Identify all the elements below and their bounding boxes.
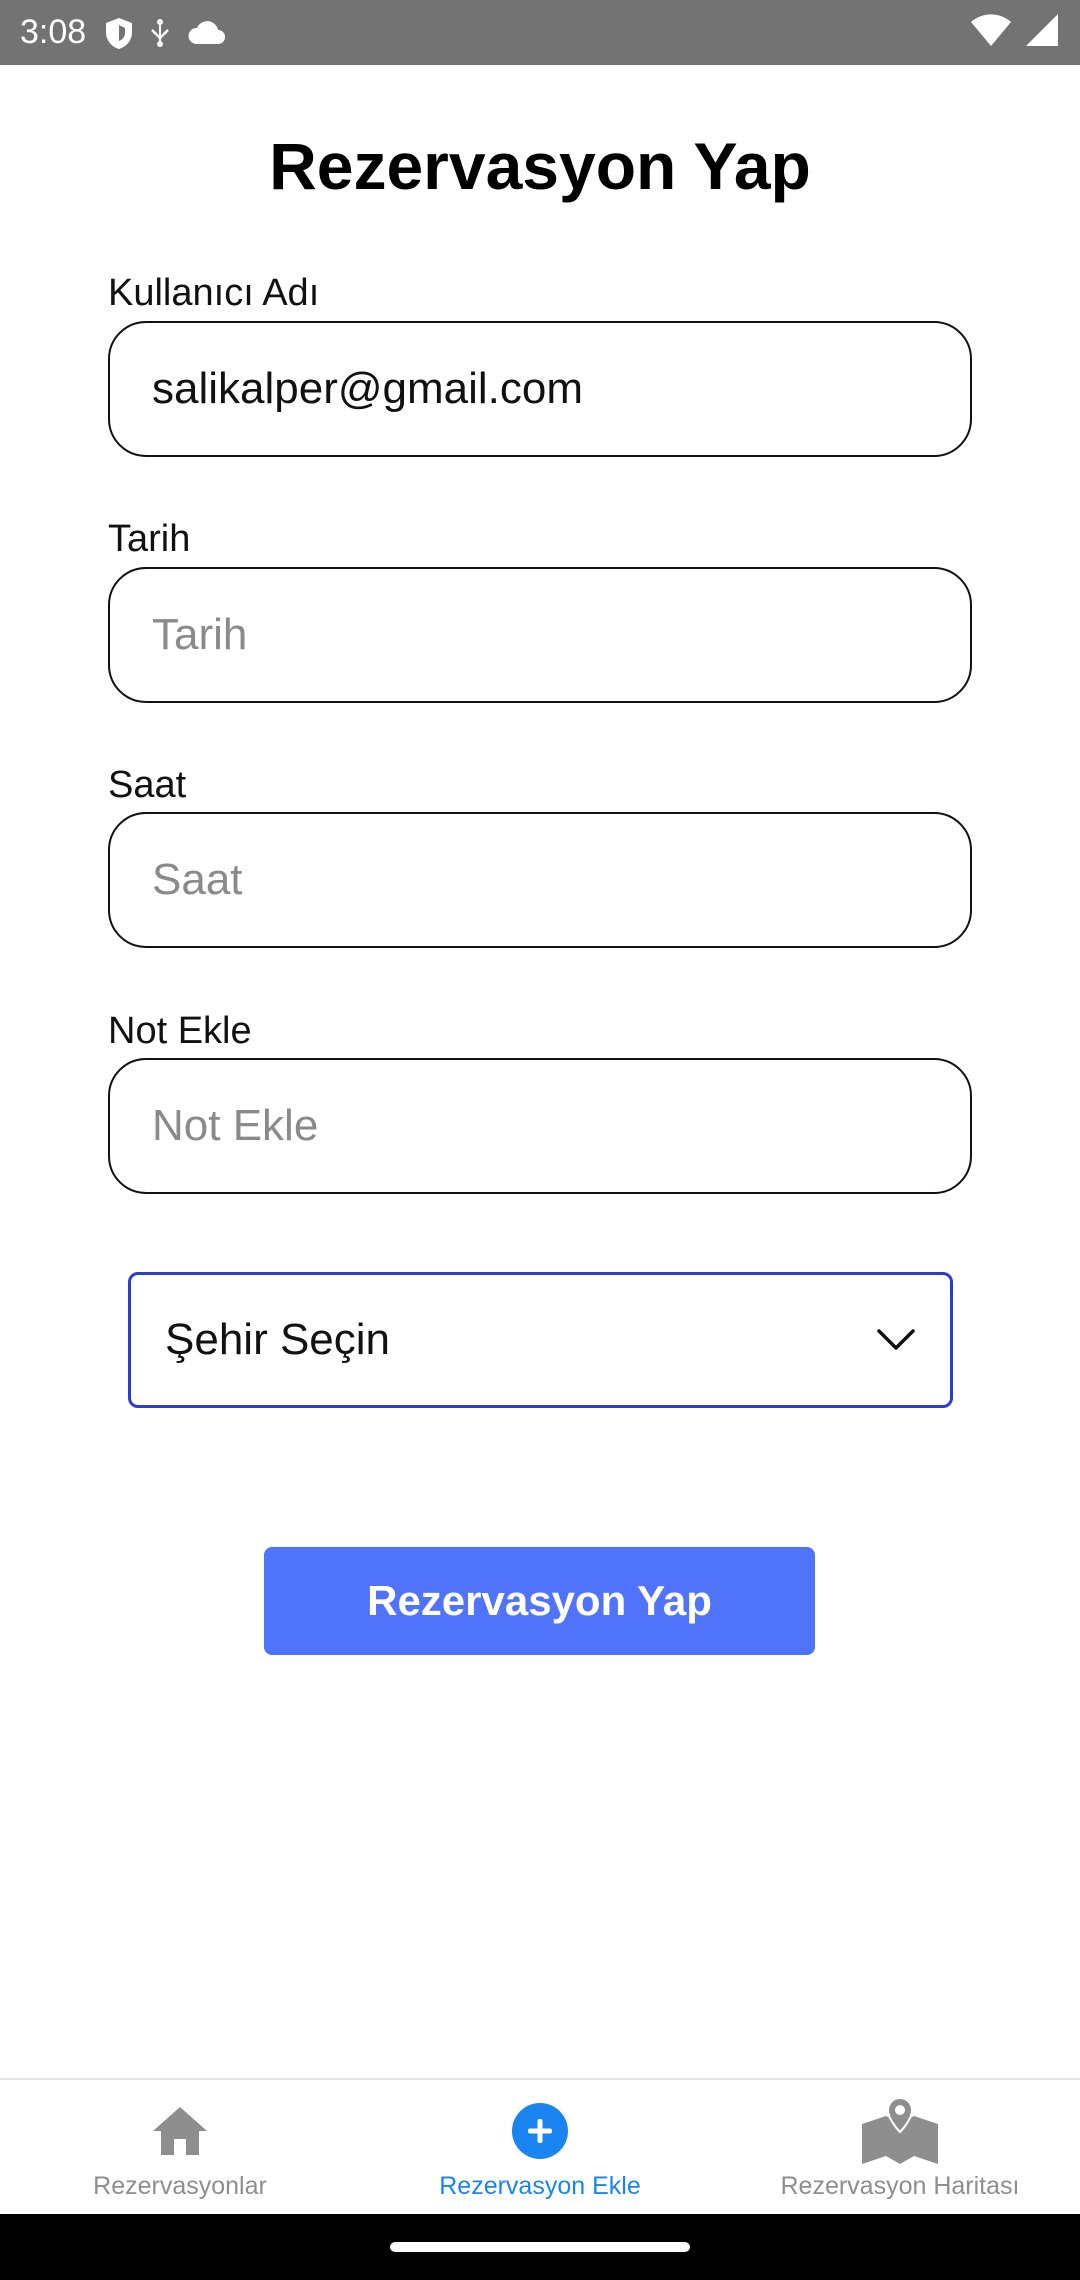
- chevron-down-icon: [876, 1328, 916, 1352]
- tab-label: Rezervasyon Haritası: [780, 2172, 1020, 2200]
- submit-reservation-button[interactable]: Rezervasyon Yap: [264, 1547, 815, 1655]
- home-icon: [151, 2098, 209, 2164]
- tab-add-reservation[interactable]: Rezervasyon Ekle: [360, 2080, 720, 2214]
- time-input[interactable]: [108, 812, 972, 948]
- date-label: Tarih: [108, 518, 191, 560]
- map-icon: [860, 2096, 940, 2164]
- add-circle-icon: [511, 2098, 569, 2164]
- note-label: Not Ekle: [108, 1010, 252, 1052]
- date-input[interactable]: [108, 567, 972, 703]
- status-time: 3:08: [20, 13, 87, 51]
- cloud-icon: [186, 20, 226, 46]
- username-input[interactable]: [108, 321, 972, 457]
- system-navigation-bar: [0, 2214, 1080, 2280]
- tab-label: Rezervasyonlar: [93, 2172, 267, 2200]
- city-select[interactable]: Şehir Seçin: [128, 1272, 953, 1408]
- tab-reservation-map[interactable]: Rezervasyon Haritası: [720, 2080, 1080, 2214]
- signal-icon: [1024, 13, 1060, 52]
- usb-icon: [148, 18, 172, 48]
- tab-label: Rezervasyon Ekle: [439, 2172, 641, 2200]
- username-label: Kullanıcı Adı: [108, 272, 320, 314]
- page-title: Rezervasyon Yap: [269, 129, 811, 203]
- shield-icon: [104, 16, 134, 50]
- note-input[interactable]: [108, 1058, 972, 1194]
- time-label: Saat: [108, 764, 187, 806]
- tab-reservations[interactable]: Rezervasyonlar: [0, 2080, 360, 2214]
- status-bar: 3:08: [0, 0, 1080, 65]
- home-gesture-handle[interactable]: [390, 2242, 690, 2252]
- wifi-icon: [970, 13, 1012, 52]
- bottom-tab-bar: Rezervasyonlar Rezervasyon Ekle Rezervas…: [0, 2078, 1080, 2214]
- city-select-value: Şehir Seçin: [165, 1315, 391, 1364]
